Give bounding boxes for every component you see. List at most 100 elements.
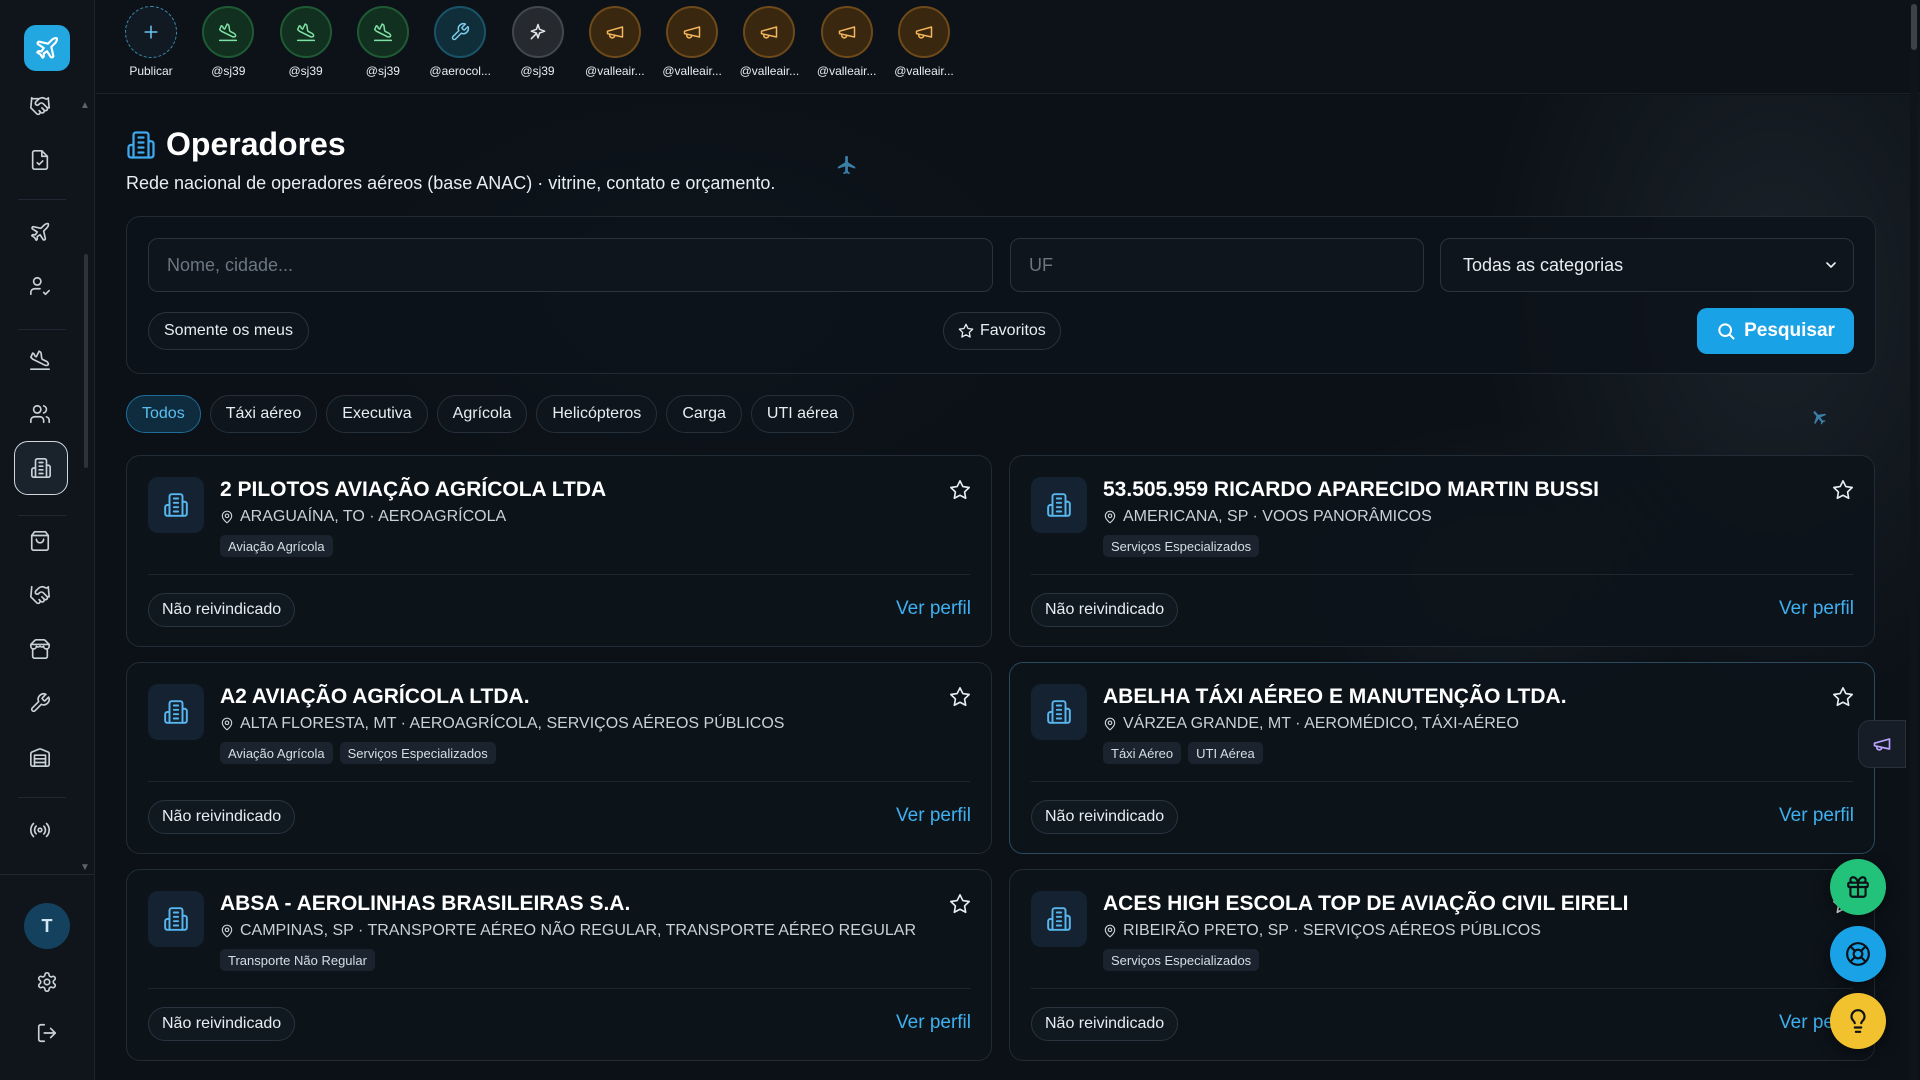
- operator-avatar: [148, 684, 204, 740]
- sidebar-item-documents[interactable]: [22, 142, 58, 178]
- sidebar: ▲ ▼ T: [0, 0, 95, 1080]
- favorite-button[interactable]: [949, 893, 971, 920]
- view-profile-link[interactable]: Ver perfil: [1779, 598, 1854, 620]
- plane-logo-icon: [36, 36, 59, 59]
- story-label: @sj39: [520, 64, 555, 78]
- story-avatar: [588, 6, 641, 58]
- operator-location-text: ALTA FLORESTA, MT · AEROAGRÍCOLA, SERVIÇ…: [240, 715, 785, 732]
- story-item[interactable]: @aerocol...: [422, 6, 498, 78]
- sidebar-item-flights[interactable]: [22, 214, 58, 250]
- sidebar-scroll-down-icon[interactable]: ▼: [80, 862, 90, 873]
- gift-button[interactable]: [1830, 859, 1886, 915]
- favorite-button[interactable]: [949, 479, 971, 506]
- filter-tab[interactable]: Carga: [666, 395, 742, 433]
- view-profile-link[interactable]: Ver perfil: [896, 598, 971, 620]
- story-item[interactable]: @sj39: [345, 6, 421, 78]
- status-badge: Não reivindicado: [1031, 593, 1179, 627]
- sidebar-item-handshake[interactable]: [22, 88, 58, 124]
- sidebar-scrollbar[interactable]: [84, 254, 88, 468]
- story-label: @sj39: [211, 64, 246, 78]
- search-button[interactable]: Pesquisar: [1697, 308, 1854, 354]
- story-item[interactable]: @valleair...: [731, 6, 807, 78]
- operator-card[interactable]: 53.505.959 RICARDO APARECIDO MARTIN BUSS…: [1009, 455, 1875, 647]
- avatar[interactable]: T: [24, 903, 70, 949]
- story-item[interactable]: @sj39: [190, 6, 266, 78]
- operator-card[interactable]: ABSA - AEROLINHAS BRASILEIRAS S.A. CAMPIN…: [126, 869, 992, 1061]
- sidebar-item-store[interactable]: [22, 631, 58, 667]
- story-item[interactable]: @valleair...: [654, 6, 730, 78]
- view-profile-link[interactable]: Ver perfil: [896, 1012, 971, 1034]
- story-item[interactable]: @valleair...: [809, 6, 885, 78]
- operator-location-text: VÁRZEA GRANDE, MT · AEROMÉDICO, TÁXI-AÉR…: [1123, 715, 1519, 732]
- sidebar-item-landing[interactable]: [22, 342, 58, 378]
- operator-name: ABELHA TÁXI AÉREO E MANUTENÇÃO LTDA.: [1103, 685, 1567, 708]
- story-item[interactable]: @sj39: [268, 6, 344, 78]
- operator-name: 2 PILOTOS AVIAÇÃO AGRÍCOLA LTDA: [220, 478, 607, 501]
- megaphone-icon: [915, 26, 933, 39]
- scrollbar-thumb[interactable]: [1911, 4, 1917, 50]
- favorite-button[interactable]: [1832, 479, 1854, 506]
- story-label: @valleair...: [894, 64, 954, 78]
- gear-icon: [37, 972, 57, 992]
- operator-name: ABSA - AEROLINHAS BRASILEIRAS S.A.: [220, 892, 631, 915]
- sidebar-item-partners[interactable]: [22, 577, 58, 613]
- logout-button[interactable]: [29, 1015, 65, 1051]
- sidebar-item-community[interactable]: [22, 396, 58, 432]
- story-label: @sj39: [288, 64, 323, 78]
- filter-tab[interactable]: Todos: [126, 395, 201, 433]
- filter-tab[interactable]: UTI aérea: [750, 395, 855, 433]
- story-item[interactable]: @valleair...: [886, 6, 962, 78]
- app-logo[interactable]: [24, 25, 70, 71]
- search-input[interactable]: [148, 238, 993, 292]
- operator-card[interactable]: A2 AVIAÇÃO AGRÍCOLA LTDA. ALTA FLORESTA, …: [126, 662, 992, 854]
- filter-tab[interactable]: Helicópteros: [536, 395, 658, 433]
- sidebar-item-radio[interactable]: [22, 812, 58, 848]
- category-tag: Transporte Não Regular: [220, 949, 375, 971]
- sparkle-icon: [530, 23, 545, 40]
- megaphone-icon: [1873, 738, 1891, 751]
- help-button[interactable]: [1830, 926, 1886, 982]
- publish-story-button[interactable]: Publicar: [113, 6, 189, 78]
- ideas-button[interactable]: [1830, 993, 1886, 1049]
- megaphone-icon: [606, 26, 624, 39]
- settings-button[interactable]: [29, 964, 65, 1000]
- view-profile-link[interactable]: Ver perfil: [1779, 805, 1854, 827]
- favorite-button[interactable]: [1832, 686, 1854, 713]
- only-mine-label: Somente os meus: [164, 322, 293, 339]
- sidebar-item-hangar[interactable]: [22, 739, 58, 775]
- operator-card[interactable]: 2 PILOTOS AVIAÇÃO AGRÍCOLA LTDA ARAGUAÍNA…: [126, 455, 992, 647]
- map-pin-icon: [1104, 924, 1116, 938]
- story-label: @valleair...: [816, 64, 877, 78]
- story-item[interactable]: @sj39: [500, 6, 576, 78]
- favorites-button[interactable]: Favoritos: [943, 312, 1061, 350]
- megaphone-icon: [838, 26, 855, 39]
- story-item[interactable]: @valleair...: [577, 6, 653, 78]
- sidebar-scroll-up-icon[interactable]: ▲: [80, 100, 90, 111]
- status-badge: Não reivindicado: [148, 593, 296, 627]
- operator-card[interactable]: ABELHA TÁXI AÉREO E MANUTENÇÃO LTDA. VÁRZ…: [1009, 662, 1875, 854]
- uf-input[interactable]: [1010, 238, 1424, 292]
- status-badge: Não reivindicado: [1031, 800, 1179, 834]
- operator-location: ARAGUAÍNA, TO · AEROAGRÍCOLA: [220, 508, 506, 526]
- operator-card[interactable]: ACES HIGH ESCOLA TOP DE AVIAÇÃO CIVIL EI…: [1009, 869, 1875, 1061]
- category-select[interactable]: Todas as categorias: [1440, 238, 1854, 292]
- announcements-button[interactable]: [1858, 720, 1906, 768]
- status-badge: Não reivindicado: [148, 1007, 296, 1041]
- sidebar-item-maintenance[interactable]: [22, 685, 58, 721]
- plane-decoration-icon: [1813, 411, 1827, 425]
- filter-tab[interactable]: Táxi aéreo: [209, 395, 318, 433]
- only-mine-toggle[interactable]: Somente os meus: [148, 312, 309, 350]
- sidebar-item-operators[interactable]: [14, 441, 68, 495]
- map-pin-icon: [221, 924, 233, 938]
- sidebar-item-pilots[interactable]: [22, 268, 58, 304]
- wrench-icon: [451, 22, 470, 41]
- favorite-button[interactable]: [949, 686, 971, 713]
- view-profile-link[interactable]: Ver perfil: [896, 805, 971, 827]
- star-icon: [950, 894, 970, 914]
- category-tag: Serviços Especializados: [1103, 949, 1260, 971]
- page-scrollbar[interactable]: [1910, 0, 1918, 1080]
- filter-tab[interactable]: Agrícola: [436, 395, 528, 433]
- landing-plane-icon: [219, 23, 238, 42]
- filter-tab[interactable]: Executiva: [326, 395, 428, 433]
- sidebar-item-shop[interactable]: [22, 523, 58, 559]
